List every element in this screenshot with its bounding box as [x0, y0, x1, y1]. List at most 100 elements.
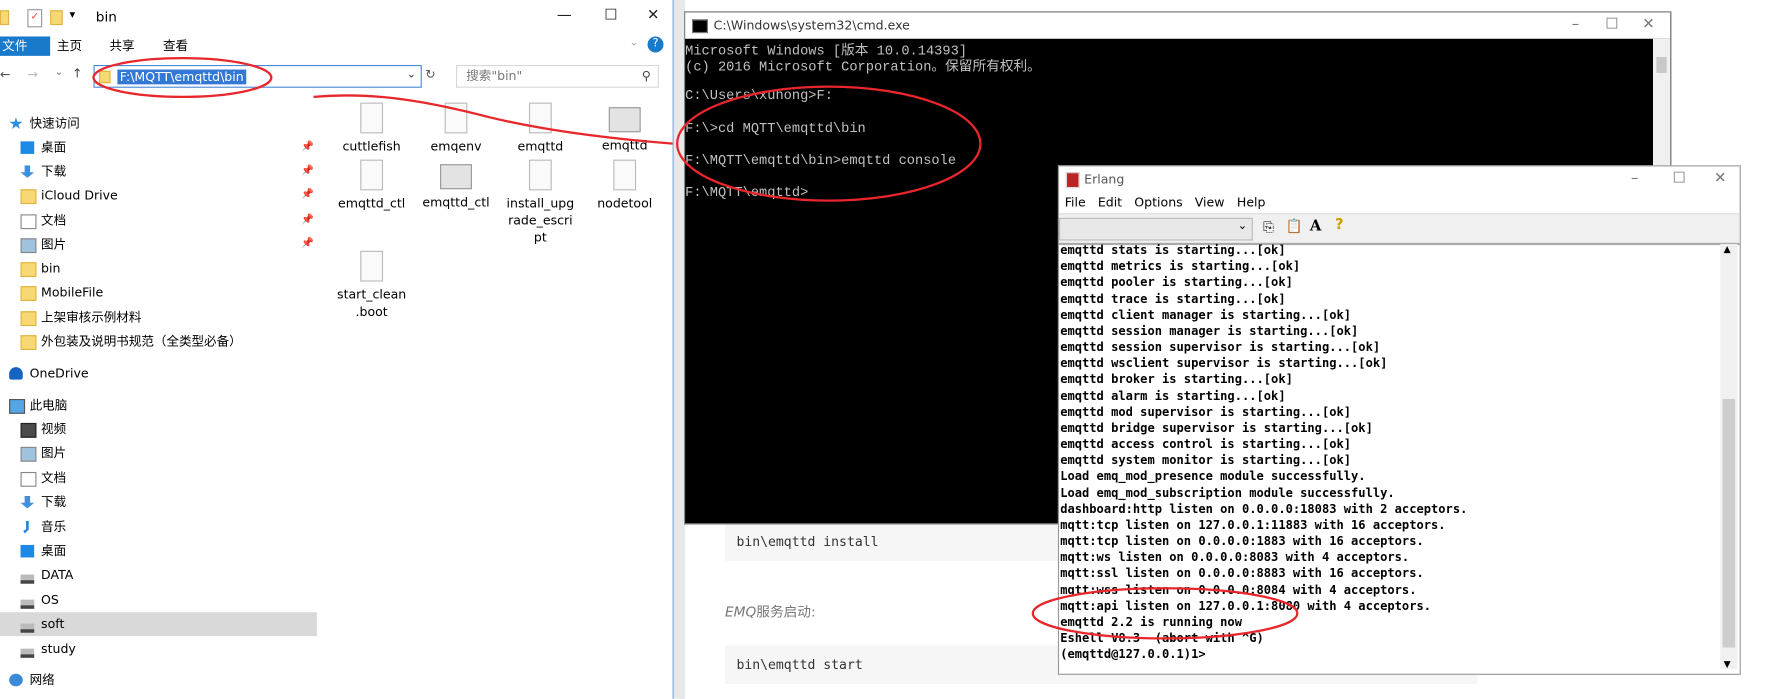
scroll-thumb[interactable]	[1722, 399, 1736, 648]
menu-help[interactable]: Help	[1237, 195, 1266, 210]
nav-item-label: MobileFile	[41, 285, 104, 300]
nav-item[interactable]: 文档	[0, 466, 317, 490]
maximize-button[interactable]: ☐	[1595, 16, 1629, 33]
properties-icon[interactable]: ✓	[27, 9, 43, 28]
scroll-thumb[interactable]	[1656, 57, 1667, 73]
file-name: emqenv	[430, 139, 482, 154]
nav-item[interactable]: 网络	[0, 668, 317, 692]
title-bar[interactable]: Erlang – ☐ ✕	[1059, 166, 1740, 192]
nav-item-label: 文档	[41, 213, 67, 228]
new-folder-icon[interactable]	[50, 10, 63, 26]
file-name: emqttd_ctl	[338, 196, 406, 211]
help-icon[interactable]: ?	[1335, 217, 1344, 234]
file-item[interactable]: cuttlefish	[326, 102, 417, 155]
nav-item[interactable]: 外包装及说明书规范（全类型必备）	[0, 329, 317, 353]
nav-item[interactable]: 图片	[0, 441, 317, 465]
shell-line: emqttd trace is starting...[ok]	[1060, 292, 1286, 307]
console-line: F:\MQTT\emqttd\bin>emqttd console	[685, 152, 957, 169]
file-icon	[613, 159, 637, 191]
pin-icon[interactable]: 📌	[301, 233, 314, 257]
nav-item[interactable]: 下载 📌	[0, 160, 317, 184]
nav-item[interactable]: 音乐	[0, 515, 317, 539]
menu-view[interactable]: View	[1195, 195, 1225, 210]
maximize-button[interactable]: ☐	[594, 7, 628, 24]
help-icon[interactable]: ?	[647, 36, 664, 53]
pin-icon[interactable]: 📌	[301, 209, 314, 233]
nav-item[interactable]: 图片 📌	[0, 233, 317, 257]
nav-item[interactable]: bin	[0, 257, 317, 281]
file-item[interactable]: emqttd	[495, 102, 586, 155]
console-line: F:\MQTT\emqttd>	[685, 184, 809, 201]
file-item[interactable]: emqttd	[579, 103, 670, 154]
address-dropdown-icon[interactable]: ⌄	[407, 68, 417, 81]
nav-item[interactable]: OS	[0, 588, 317, 612]
menu-options[interactable]: Options	[1134, 195, 1182, 210]
file-item[interactable]: start_clean .boot	[326, 250, 417, 321]
history-dropdown[interactable]: ⌄	[1059, 217, 1253, 241]
heading-text: 服务启动:	[756, 604, 816, 621]
address-text[interactable]: F:\MQTT\emqttd\bin	[117, 69, 246, 85]
nav-item[interactable]: 下载	[0, 490, 317, 514]
minimize-button[interactable]: –	[1618, 170, 1652, 187]
erlang-scrollbar[interactable]: ▲ ▼	[1720, 243, 1738, 670]
nav-item-label: 此电脑	[29, 397, 68, 413]
nav-item[interactable]: 上架审核示例材料	[0, 306, 317, 330]
nav-item[interactable]: 文档 📌	[0, 209, 317, 233]
search-icon[interactable]: ⚲	[642, 66, 651, 87]
search-input[interactable]: 搜索"bin" ⚲	[456, 64, 659, 88]
scroll-down-icon[interactable]: ▼	[1724, 659, 1731, 669]
pin-icon[interactable]: 📌	[301, 160, 314, 184]
folder-icon	[0, 10, 10, 26]
minimize-button[interactable]: –	[1558, 16, 1592, 33]
file-icon	[444, 102, 468, 134]
close-button[interactable]: ✕	[1703, 170, 1737, 187]
title-bar[interactable]: C:\Windows\system32\cmd.exe – ☐ ✕	[685, 12, 1671, 39]
nav-item[interactable]: MobileFile	[0, 280, 317, 304]
file-item[interactable]: nodetool	[579, 159, 670, 212]
nav-item[interactable]: 快速访问	[0, 112, 317, 136]
tab-share[interactable]: 共享	[109, 36, 134, 55]
nav-item[interactable]: OneDrive	[0, 361, 317, 385]
recent-locations-dropdown[interactable]: ⌄	[55, 67, 64, 78]
nav-item[interactable]: iCloud Drive 📌	[0, 184, 317, 208]
tab-file[interactable]: 文件	[0, 36, 51, 56]
forward-button[interactable]: →	[27, 67, 38, 82]
menu-edit[interactable]: Edit	[1098, 195, 1122, 210]
file-item[interactable]: emqttd_ctl	[410, 160, 501, 211]
nav-item[interactable]: 此电脑	[0, 393, 317, 417]
menu-file[interactable]: File	[1065, 195, 1086, 210]
back-button[interactable]: ←	[0, 67, 11, 82]
paste-icon[interactable]: 📋	[1286, 218, 1303, 234]
address-bar[interactable]: F:\MQTT\emqttd\bin ⌄	[93, 64, 422, 88]
ribbon-expand-icon[interactable]: ⌄	[629, 36, 639, 49]
refresh-button[interactable]: ↻	[425, 67, 436, 82]
nav-item-label: iCloud Drive	[41, 188, 118, 203]
pin-icon[interactable]: 📌	[301, 184, 314, 208]
minimize-button[interactable]: —	[547, 7, 581, 24]
file-item[interactable]: install_upg rade_escri pt	[495, 159, 586, 247]
nav-item-label: OneDrive	[29, 365, 89, 381]
nav-item[interactable]: 桌面 📌	[0, 136, 317, 160]
copy-icon[interactable]: ⎘	[1263, 219, 1274, 236]
font-icon[interactable]: A	[1310, 218, 1322, 235]
maximize-button[interactable]: ☐	[1662, 170, 1696, 187]
quick-access-toolbar-dropdown-icon[interactable]: ▾	[70, 9, 76, 22]
tab-view[interactable]: 查看	[163, 36, 188, 55]
nav-item[interactable]: DATA	[0, 563, 317, 587]
scroll-up-icon[interactable]: ▲	[1724, 244, 1731, 254]
up-button[interactable]: ↑	[72, 66, 83, 81]
title-bar[interactable]: ✓ ▾ bin — ☐ ✕	[0, 0, 673, 36]
file-item[interactable]: emqttd_ctl	[326, 159, 417, 212]
nav-item[interactable]: study	[0, 637, 317, 661]
nav-item-label: OS	[41, 592, 59, 608]
window-title: C:\Windows\system32\cmd.exe	[713, 18, 910, 34]
close-button[interactable]: ✕	[636, 7, 670, 24]
file-item[interactable]: emqenv	[410, 102, 501, 155]
tab-home[interactable]: 主页	[57, 36, 82, 55]
nav-item[interactable]: soft	[0, 612, 317, 637]
pin-icon[interactable]: 📌	[301, 136, 314, 160]
nav-item[interactable]: 桌面	[0, 539, 317, 563]
nav-item-label: 快速访问	[29, 116, 80, 132]
close-button[interactable]: ✕	[1631, 16, 1665, 33]
nav-item[interactable]: 视频	[0, 417, 317, 441]
